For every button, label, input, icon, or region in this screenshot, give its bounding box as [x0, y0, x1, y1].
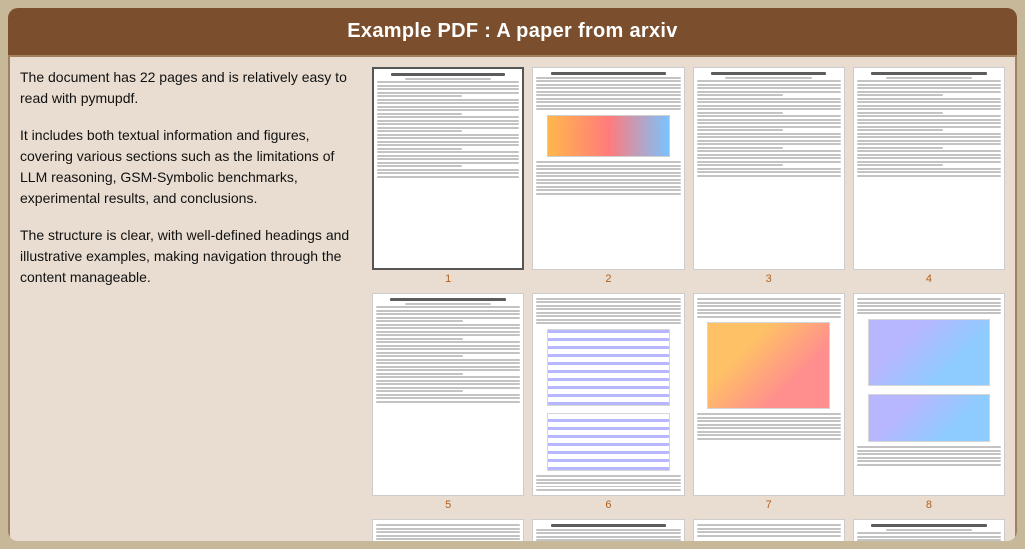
- page-thumbnail[interactable]: 7: [693, 293, 845, 511]
- page-thumbnail[interactable]: 3: [693, 67, 845, 285]
- page-thumbnail[interactable]: 9: [372, 519, 524, 541]
- page-number: 5: [445, 499, 451, 511]
- page-thumb-image: [372, 293, 524, 496]
- page-thumb-image: [532, 293, 684, 496]
- main-container: Example PDF : A paper from arxiv The doc…: [8, 8, 1017, 541]
- page-thumb-image: [693, 293, 845, 496]
- page-title: Example PDF : A paper from arxiv: [8, 8, 1017, 55]
- page-thumbnail[interactable]: 8: [853, 293, 1005, 511]
- page-thumbnail[interactable]: 10: [532, 519, 684, 541]
- page-number: 4: [926, 273, 932, 285]
- page-thumb-image: [853, 519, 1005, 541]
- page-thumbnail[interactable]: 5: [372, 293, 524, 511]
- page-thumb-image: [853, 67, 1005, 270]
- page-thumb-image: [853, 293, 1005, 496]
- page-thumbnail[interactable]: 11: [693, 519, 845, 541]
- left-panel: The document has 22 pages and is relativ…: [20, 67, 360, 541]
- description-para3: The structure is clear, with well-define…: [20, 225, 352, 288]
- page-thumb-image: [532, 519, 684, 541]
- content-area: The document has 22 pages and is relativ…: [8, 55, 1017, 541]
- page-thumbnail[interactable]: 2: [532, 67, 684, 285]
- page-thumbnail[interactable]: 6: [532, 293, 684, 511]
- description-para2: It includes both textual information and…: [20, 125, 352, 209]
- page-number: 3: [766, 273, 772, 285]
- page-number: 1: [445, 273, 451, 285]
- page-thumb-image: [372, 519, 524, 541]
- page-number: 6: [605, 499, 611, 511]
- description-para1: The document has 22 pages and is relativ…: [20, 67, 352, 109]
- page-number: 8: [926, 499, 932, 511]
- page-thumb-image: [693, 67, 845, 270]
- page-thumbnails-grid: 123456789101112: [372, 67, 1005, 541]
- page-thumb-image: [372, 67, 524, 270]
- page-thumbnail[interactable]: 4: [853, 67, 1005, 285]
- page-thumb-image: [693, 519, 845, 541]
- page-number: 7: [766, 499, 772, 511]
- page-thumbnail[interactable]: 1: [372, 67, 524, 285]
- page-number: 2: [605, 273, 611, 285]
- page-thumbnail[interactable]: 12: [853, 519, 1005, 541]
- page-thumb-image: [532, 67, 684, 270]
